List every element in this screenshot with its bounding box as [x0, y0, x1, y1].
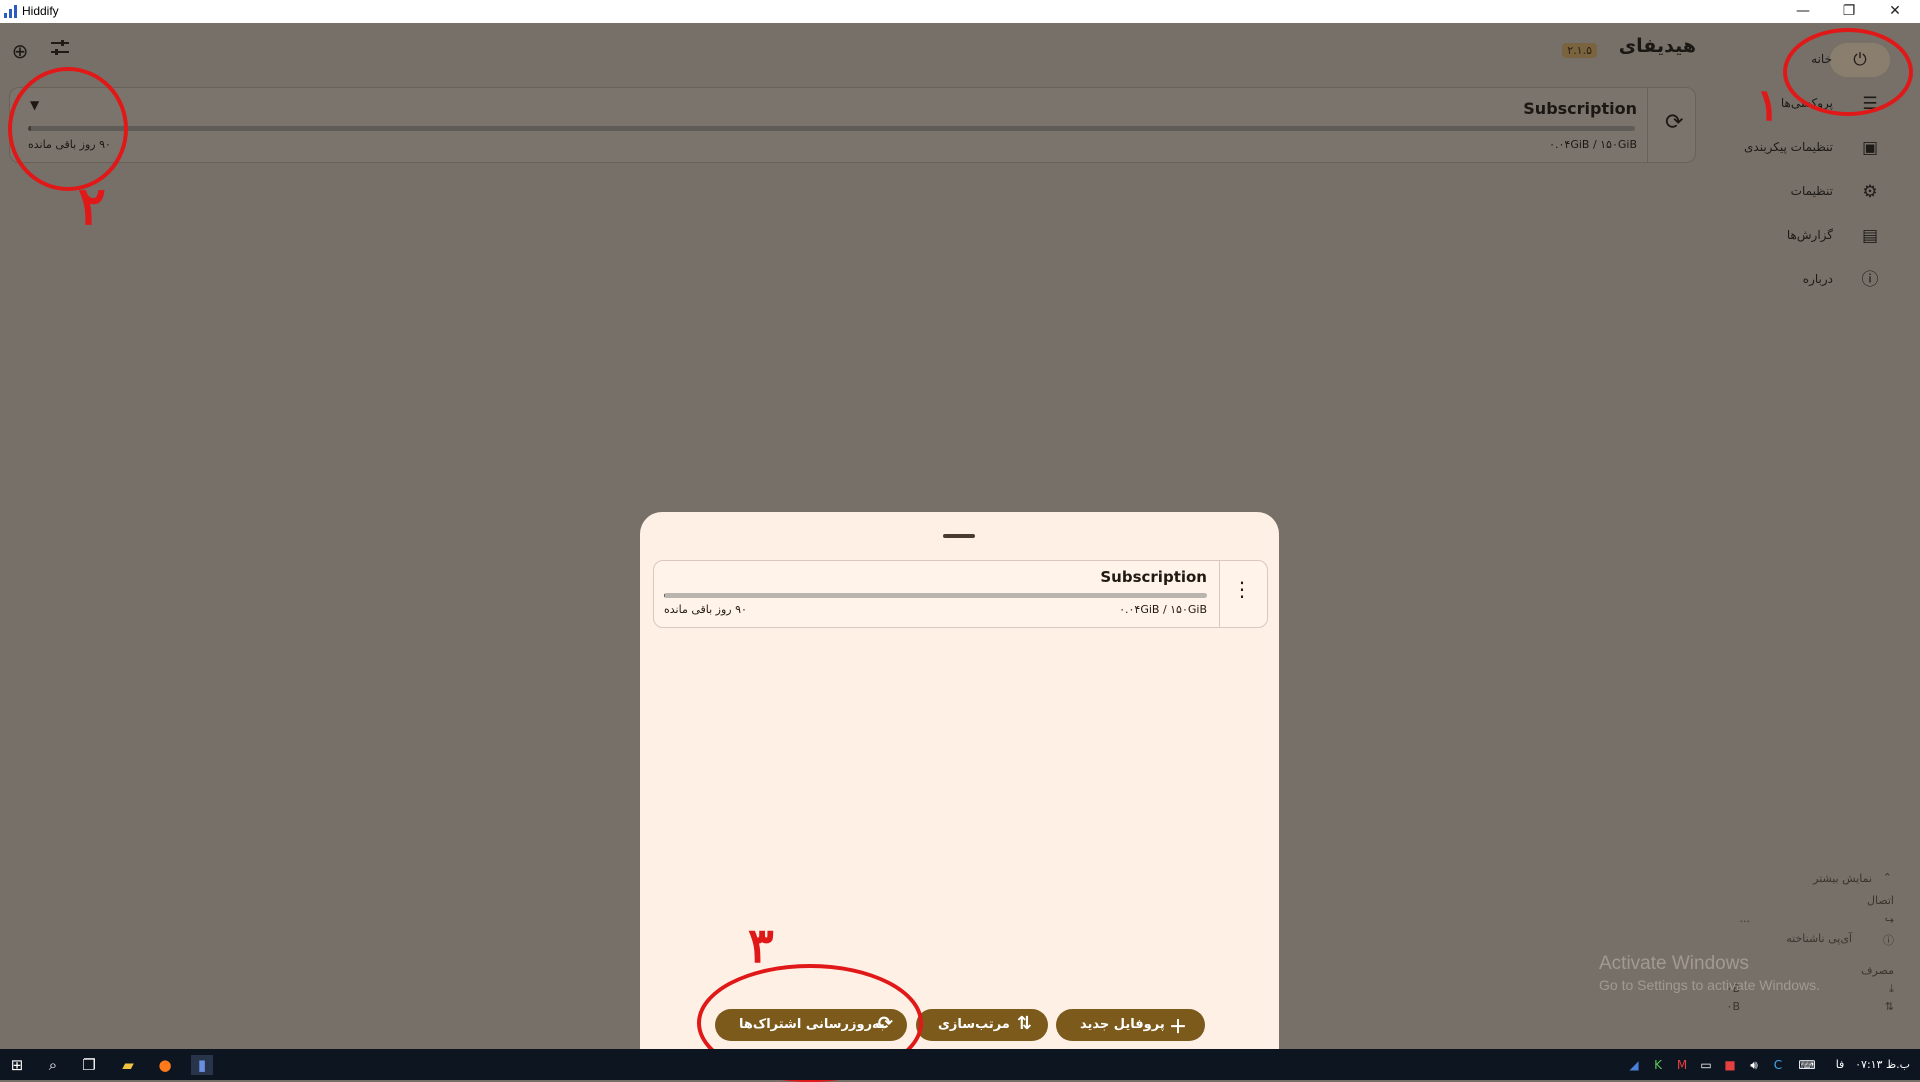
restore-button[interactable]: ❐ — [1826, 0, 1872, 23]
sidebar-item-label: تنظیمات پیکربندی — [1744, 140, 1833, 154]
watermark-line2: Go to Settings to activate Windows. — [1599, 977, 1820, 993]
tune-icon[interactable] — [47, 38, 73, 64]
volume-icon[interactable]: 🔊︎ — [1746, 1057, 1762, 1073]
swap-vert-icon: ⇅ — [1016, 1013, 1032, 1034]
hiddify-tray-icon[interactable]: ◢ — [1626, 1057, 1642, 1073]
plus-icon: ＋ — [1169, 1017, 1187, 1038]
show-more-link[interactable]: نمایش بیشتر — [1813, 872, 1872, 885]
annotation-number-3: ۳ — [748, 918, 774, 974]
profile-usage: ۰.۰۴GiB / ۱۵۰GiB — [1119, 603, 1207, 616]
network-icon[interactable]: ▭ — [1698, 1057, 1714, 1073]
sidebar-item-config-options[interactable]: تنظیمات پیکربندی ▣ — [1620, 128, 1920, 168]
task-view-icon[interactable]: ❐ — [78, 1055, 100, 1075]
annotation-circle-2 — [8, 67, 128, 191]
package-icon: ▣ — [1861, 138, 1879, 158]
profile-name: Subscription — [1100, 568, 1207, 586]
c-tray-icon[interactable]: C — [1770, 1057, 1786, 1073]
record-tray-icon[interactable]: ■ — [1722, 1057, 1738, 1073]
window-title-bar: Hiddify — ❐ ✕ — [0, 0, 1920, 23]
windows-start-icon[interactable]: ⊞ — [6, 1055, 28, 1075]
gear-icon: ⚙ — [1862, 182, 1878, 202]
minimize-button[interactable]: — — [1780, 0, 1826, 23]
download-icon: ⤓ — [1889, 982, 1894, 995]
connection-header: اتصال — [1866, 894, 1894, 907]
watermark-line1: Activate Windows — [1599, 953, 1749, 974]
keyboard-icon[interactable]: ⌨ — [1796, 1057, 1818, 1073]
hiddify-logo-icon — [4, 5, 18, 18]
profile-card[interactable]: Subscription ۰.۰۴GiB / ۱۵۰GiB ۹۰ روز باق… — [653, 560, 1268, 628]
profiles-bottom-sheet: Subscription ۰.۰۴GiB / ۱۵۰GiB ۹۰ روز باق… — [640, 512, 1279, 1049]
mail-tray-icon[interactable]: M — [1674, 1057, 1690, 1073]
sort-button[interactable]: ⇅ مرتب‌سازی — [916, 1009, 1048, 1041]
document-icon: ▤ — [1861, 226, 1879, 246]
sidebar-item-logs[interactable]: گزارش‌ها ▤ — [1620, 216, 1920, 256]
stats-panel: نمایش بیشتر ⌃ اتصال ... ↪ آی‌پی ناشناخته… — [1720, 868, 1900, 1028]
version-badge: ۲.۱.۵ — [1562, 43, 1597, 58]
hiddify-taskbar-icon[interactable]: ▮ — [191, 1055, 213, 1075]
drag-handle[interactable] — [943, 534, 975, 538]
firefox-icon[interactable]: ● — [154, 1055, 176, 1075]
new-profile-label: پروفایل جدید — [1080, 1017, 1165, 1032]
annotation-number-1: ۱ — [1756, 80, 1780, 131]
upload-value: ۰B — [1726, 1000, 1740, 1013]
search-icon[interactable]: ⌕ — [42, 1055, 64, 1075]
chevron-up-icon[interactable]: ⌃ — [1883, 871, 1892, 884]
profile-progress-fill — [664, 593, 666, 598]
more-vert-icon[interactable]: ⋮ — [1227, 577, 1257, 601]
taskbar-clock[interactable]: ب.ظ ۰۷:۱۳ — [1855, 1058, 1910, 1071]
unknown-ip: آی‌پی ناشناخته — [1786, 932, 1852, 945]
windows-taskbar: ⊞ ⌕ ❐ ▰ ● ▮ ◢ K M ▭ ■ 🔊︎ C ⌨ فا ب.ظ ۰۷:۱… — [0, 1049, 1920, 1080]
profile-remaining: ۹۰ روز باقی مانده — [664, 603, 747, 616]
sidebar-item-about[interactable]: درباره ⓘ — [1620, 260, 1920, 300]
add-circle-icon[interactable]: ⊕ — [7, 38, 33, 64]
usage-header: مصرف — [1861, 964, 1894, 977]
info-icon: ⓘ — [1861, 270, 1879, 290]
sidebar-item-label: گزارش‌ها — [1786, 228, 1833, 242]
activate-windows-watermark: Activate Windows Go to Settings to activ… — [1599, 953, 1820, 993]
new-profile-button[interactable]: ＋ پروفایل جدید — [1056, 1009, 1205, 1041]
sidebar-item-label: درباره — [1802, 272, 1833, 286]
upload-icon: ⇅ — [1884, 1000, 1894, 1013]
info-circle-icon: ⓘ — [1883, 934, 1894, 947]
language-indicator[interactable]: فا — [1832, 1057, 1848, 1073]
card-divider — [1219, 561, 1220, 627]
tune-icon-svg — [51, 40, 69, 55]
close-button[interactable]: ✕ — [1872, 0, 1918, 23]
connection-ellipsis: ... — [1739, 912, 1751, 925]
file-explorer-icon[interactable]: ▰ — [117, 1055, 139, 1075]
subscription-progress-bar — [28, 126, 1635, 131]
annotation-number-2: ۲ — [78, 176, 106, 237]
profile-progress-bar — [664, 593, 1207, 598]
window-title: Hiddify — [22, 4, 59, 18]
sidebar-item-settings[interactable]: تنظیمات ⚙ — [1620, 172, 1920, 212]
subscription-card[interactable]: ▼ Subscription ۰.۰۴GiB / ۱۵۰GiB ۹۰ روز ب… — [9, 87, 1696, 163]
arrow-icon: ↪ — [1884, 914, 1894, 927]
annotation-circle-1 — [1783, 28, 1913, 116]
sidebar-item-label: تنظیمات — [1790, 184, 1833, 198]
app-tray-icon[interactable]: K — [1650, 1057, 1666, 1073]
sort-label: مرتب‌سازی — [938, 1017, 1010, 1032]
